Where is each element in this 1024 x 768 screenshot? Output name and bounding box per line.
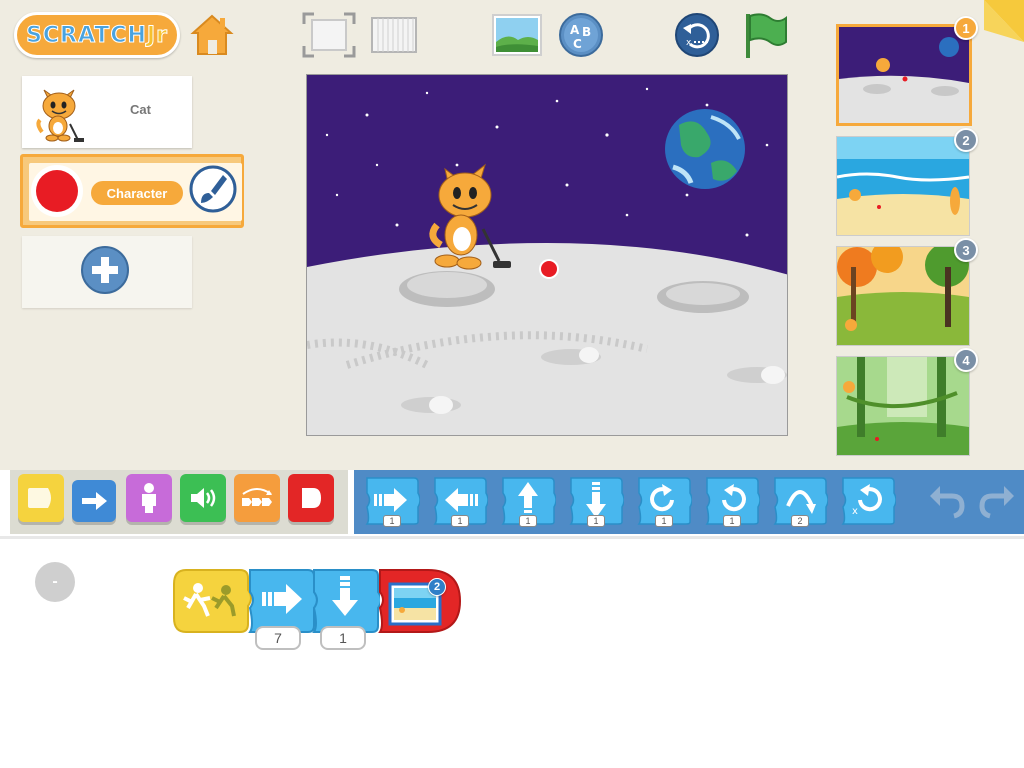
palette-block-move-down[interactable]: 1 — [568, 476, 625, 527]
add-sprite-button[interactable] — [80, 245, 130, 295]
go-to-page-badge: 2 — [428, 578, 446, 596]
control-category-icon — [242, 488, 272, 506]
home-icon — [190, 14, 234, 55]
move-down-value-field[interactable]: 1 — [320, 626, 366, 650]
red-circle-sprite-icon — [31, 165, 83, 217]
stage[interactable] — [306, 74, 788, 436]
script-block-move-down[interactable] — [310, 568, 380, 634]
palette-block-value: 1 — [723, 515, 741, 527]
svg-text:A: A — [570, 23, 580, 37]
fullscreen-button[interactable] — [302, 12, 356, 58]
logo-suffix: Jr — [146, 22, 168, 48]
palette-block-value: 2 — [791, 515, 809, 527]
svg-text:x: x — [686, 38, 692, 48]
page-beach-thumbnail — [837, 137, 969, 235]
category-looks[interactable] — [126, 474, 172, 522]
add-sprite-icon — [81, 246, 129, 294]
palette-block-move-right[interactable]: 1 — [364, 476, 421, 527]
category-motion[interactable] — [72, 480, 116, 522]
sprite-name: Cat — [130, 102, 151, 117]
page-jungle-thumbnail — [837, 357, 969, 455]
redo-icon — [979, 486, 1014, 519]
sprite-name: Character — [91, 181, 183, 205]
palette-block-move-up[interactable]: 1 — [500, 476, 557, 527]
sprite-item-character[interactable]: Character — [20, 154, 244, 228]
page-number-badge: 4 — [954, 348, 978, 372]
palette-block-move-left[interactable]: 1 — [432, 476, 489, 527]
palette-block-turn-right[interactable]: 1 — [636, 476, 693, 527]
reset-characters-icon: x — [675, 13, 719, 57]
end-category-icon — [302, 488, 321, 508]
page-number-badge: 2 — [954, 128, 978, 152]
add-text-icon: A B C — [559, 13, 603, 57]
page-thumbnail-4[interactable] — [836, 356, 970, 456]
background-button[interactable] — [492, 14, 542, 56]
paintbrush-icon — [189, 165, 237, 213]
page-number-badge: 1 — [954, 16, 978, 40]
category-trigger[interactable] — [18, 474, 64, 522]
page-thumbnail-1[interactable] — [836, 24, 972, 126]
fullscreen-icon — [302, 12, 356, 58]
grid-button[interactable] — [370, 16, 418, 54]
page-thumbnail-3[interactable] — [836, 246, 970, 346]
logo-text: SCRATCH — [26, 22, 147, 48]
script-block-move-right[interactable] — [246, 568, 316, 634]
paint-editor-button[interactable] — [189, 165, 237, 213]
earth-image — [665, 109, 745, 189]
palette-block-value: 1 — [587, 515, 605, 527]
minimize-button[interactable]: - — [35, 562, 75, 602]
green-flag-button[interactable] — [740, 10, 788, 60]
palette-block-value: 1 — [383, 515, 401, 527]
svg-text:B: B — [582, 25, 591, 39]
page-moon-thumbnail — [839, 27, 969, 123]
red-ball — [541, 261, 557, 277]
palette-block-hop[interactable]: 2 — [772, 476, 829, 527]
reset-button[interactable]: x — [674, 12, 720, 58]
palette-block-value: 1 — [519, 515, 537, 527]
sprite-item-cat[interactable]: Cat — [22, 76, 192, 148]
sound-category-icon — [191, 488, 216, 508]
green-flag-icon — [746, 13, 787, 58]
page-thumbnail-2[interactable] — [836, 136, 970, 236]
category-control[interactable] — [234, 474, 280, 522]
script-block-start-on-bump[interactable] — [172, 568, 252, 634]
grid-icon — [371, 17, 417, 53]
category-end[interactable] — [288, 474, 334, 522]
svg-text:x: x — [852, 506, 858, 517]
palette-block-value: 1 — [655, 515, 673, 527]
add-sprite-card — [22, 236, 192, 308]
svg-text:C: C — [573, 37, 582, 51]
palette-block-go-home[interactable]: x — [840, 476, 897, 526]
undo-button[interactable] — [924, 478, 968, 522]
undo-icon — [930, 486, 965, 519]
script-block-go-to-page[interactable] — [376, 568, 462, 634]
palette-block-turn-left[interactable]: 1 — [704, 476, 761, 527]
corner-tab-icon[interactable] — [984, 0, 1024, 42]
minimize-icon: - — [52, 573, 58, 590]
page-number-badge: 3 — [954, 238, 978, 262]
motion-category-icon — [82, 492, 107, 510]
looks-category-icon — [142, 483, 156, 513]
script-area[interactable] — [0, 536, 1024, 768]
home-button[interactable] — [190, 12, 234, 58]
palette-block-value: 1 — [451, 515, 469, 527]
scratchjr-logo[interactable]: SCRATCHJr — [14, 12, 180, 58]
add-text-button[interactable]: A B C — [558, 12, 604, 58]
page-autumn-thumbnail — [837, 247, 969, 345]
background-picker-icon — [492, 14, 542, 56]
cat-sprite-icon — [36, 89, 84, 142]
category-sound[interactable] — [180, 474, 226, 522]
trigger-category-icon — [28, 488, 51, 508]
redo-button[interactable] — [976, 478, 1020, 522]
move-right-value-field[interactable]: 7 — [255, 626, 301, 650]
moon-scene — [307, 75, 787, 435]
